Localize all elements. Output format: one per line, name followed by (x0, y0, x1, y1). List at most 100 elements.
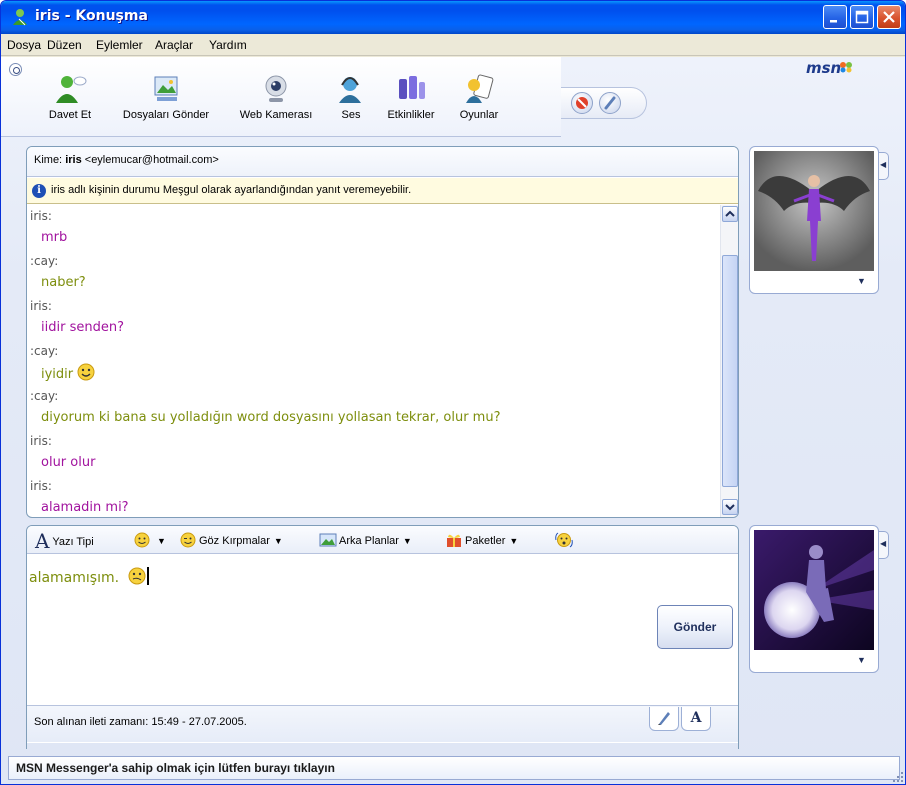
close-icon (883, 11, 895, 23)
msn-logo: msn (806, 59, 842, 77)
voice-icon (339, 77, 361, 103)
title-bar[interactable]: iris - Konuşma (1, 1, 905, 34)
bottom-bar: MSN Messenger'a sahip olmak için lütfen … (1, 749, 905, 784)
background-image-icon (319, 533, 337, 547)
moon-avatar-image (754, 530, 874, 650)
message-text: diyorum ki bana su yolladığın word dosya… (30, 408, 719, 432)
chevron-left-icon: ◀ (880, 160, 887, 169)
voice-button[interactable]: Ses (329, 73, 373, 121)
status-notice-text: iris adlı kişinin durumu Meşgul olarak a… (51, 184, 412, 196)
handwriting-tab[interactable] (649, 707, 679, 731)
winks-label: Göz Kırpmalar (199, 535, 270, 547)
display-picture-button[interactable] (599, 92, 621, 114)
invite-contact-icon (56, 76, 87, 103)
message-input-text: alamamışım. (29, 570, 120, 586)
my-avatar (754, 530, 874, 650)
message-sender: iris: (30, 299, 52, 313)
invite-label: Davet Et (48, 109, 92, 121)
text-mode-tab[interactable]: A (681, 707, 711, 731)
activities-icon (399, 76, 425, 99)
msn-butterfly-icon (840, 62, 852, 73)
toolbar-collapse-button[interactable] (9, 63, 22, 76)
chevron-up-icon (725, 210, 735, 217)
scroll-thumb[interactable] (722, 255, 738, 487)
message-text: iyidir (30, 363, 719, 387)
input-mode-tabs: A (649, 707, 733, 731)
chevron-down-icon[interactable]: ▼ (857, 655, 866, 665)
emoticon-icon (134, 532, 150, 548)
scroll-down-button[interactable] (722, 499, 738, 515)
emoticons-button[interactable]: ▼ (133, 532, 166, 548)
smile-emoticon-icon (77, 363, 95, 381)
packages-label: Paketler (465, 535, 506, 547)
send-button[interactable]: Gönder (657, 605, 733, 649)
font-label: Yazı Tipi (52, 536, 94, 548)
scroll-up-button[interactable] (722, 206, 738, 222)
msn-buddy-icon (13, 9, 27, 26)
contact-display-picture[interactable]: ▼ (749, 146, 879, 294)
message-text: mrb (30, 228, 719, 252)
toolbar: Davet Et Dosyaları Gönder Web Kamerası S… (1, 57, 905, 139)
nudge-button[interactable] (555, 532, 575, 548)
chevron-down-icon[interactable]: ▼ (857, 276, 866, 286)
window-title: iris - Konuşma (35, 8, 148, 24)
pen-icon (658, 712, 670, 725)
games-button[interactable]: Oyunlar (451, 73, 507, 121)
conversation-panel: Kime: iris <eylemucar@hotmail.com> i iri… (26, 146, 739, 518)
voice-label: Ses (341, 109, 361, 121)
send-files-button[interactable]: Dosyaları Gönder (111, 73, 221, 121)
message-history[interactable]: iris: mrb:cay: naber? iris: iidir senden?:ca… (27, 205, 719, 517)
menu-bar: Dosya Düzen Eylemler Araçlar Yardım (1, 34, 905, 56)
backgrounds-button[interactable]: Arka Planlar ▼ (319, 532, 412, 548)
menu-help[interactable]: Yardım (209, 38, 247, 52)
resize-grip-icon[interactable] (891, 770, 905, 784)
message-text-content: iyidir (41, 367, 74, 382)
contact-avatar-toggle[interactable]: ◀ (879, 152, 889, 180)
to-row: Kime: iris <eylemucar@hotmail.com> (27, 147, 738, 177)
invite-button[interactable]: Davet Et (39, 73, 101, 121)
menu-file[interactable]: Dosya (7, 38, 41, 52)
history-scrollbar[interactable] (720, 205, 738, 517)
minimize-icon (830, 20, 837, 23)
send-files-icon (154, 76, 178, 101)
winks-button[interactable]: Göz Kırpmalar ▼ (179, 532, 283, 548)
packages-button[interactable]: Paketler ▼ (445, 532, 518, 548)
message-text: iidir senden? (30, 318, 719, 342)
menu-actions[interactable]: Eylemler (96, 38, 143, 52)
dropdown-arrow-icon: ▼ (273, 536, 283, 546)
block-button[interactable] (571, 92, 593, 114)
menu-edit[interactable]: Düzen (47, 38, 82, 52)
message-sender: :cay: (30, 254, 59, 268)
last-received-time: Son alınan ileti zamanı: 15:49 - 27.07.2… (34, 716, 247, 728)
message-text-content: iidir senden? (41, 320, 124, 335)
message-text-content: olur olur (41, 455, 96, 470)
minimize-button[interactable] (823, 5, 847, 29)
maximize-icon (855, 10, 869, 24)
games-icon (466, 74, 494, 103)
send-files-label: Dosyaları Gönder (122, 109, 210, 121)
status-notice: i iris adlı kişinin durumu Meşgul olarak… (27, 178, 738, 204)
message-text-content: alamadin mi? (41, 500, 129, 515)
message-input[interactable]: alamamışım. (27, 555, 738, 705)
maximize-button[interactable] (850, 5, 874, 29)
games-label: Oyunlar (459, 109, 499, 121)
contact-avatar (754, 151, 874, 271)
webcam-button[interactable]: Web Kamerası (231, 73, 321, 121)
close-button[interactable] (877, 5, 901, 29)
my-display-picture[interactable]: ▼ (749, 525, 879, 673)
my-avatar-toggle[interactable]: ◀ (879, 531, 889, 559)
font-button[interactable]: A Yazı Tipi (35, 529, 94, 553)
to-label: Kime: (34, 154, 63, 166)
menu-tools[interactable]: Araçlar (155, 38, 193, 52)
message-text: olur olur (30, 453, 719, 477)
status-row: Son alınan ileti zamanı: 15:49 - 27.07.2… (27, 705, 738, 742)
message-sender: :cay: (30, 389, 59, 403)
dropdown-arrow-icon: ▼ (509, 536, 519, 546)
block-icon (576, 97, 588, 109)
activities-button[interactable]: Etkinlikler (379, 73, 443, 121)
get-messenger-link[interactable]: MSN Messenger'a sahip olmak için lütfen … (8, 756, 900, 780)
message-sender: :cay: (30, 344, 59, 358)
format-toolbar: A Yazı Tipi ▼ Göz Kırpmalar ▼ Arka Planla… (27, 526, 738, 554)
message-text-content: mrb (41, 230, 68, 245)
message-text: naber? (30, 273, 719, 297)
